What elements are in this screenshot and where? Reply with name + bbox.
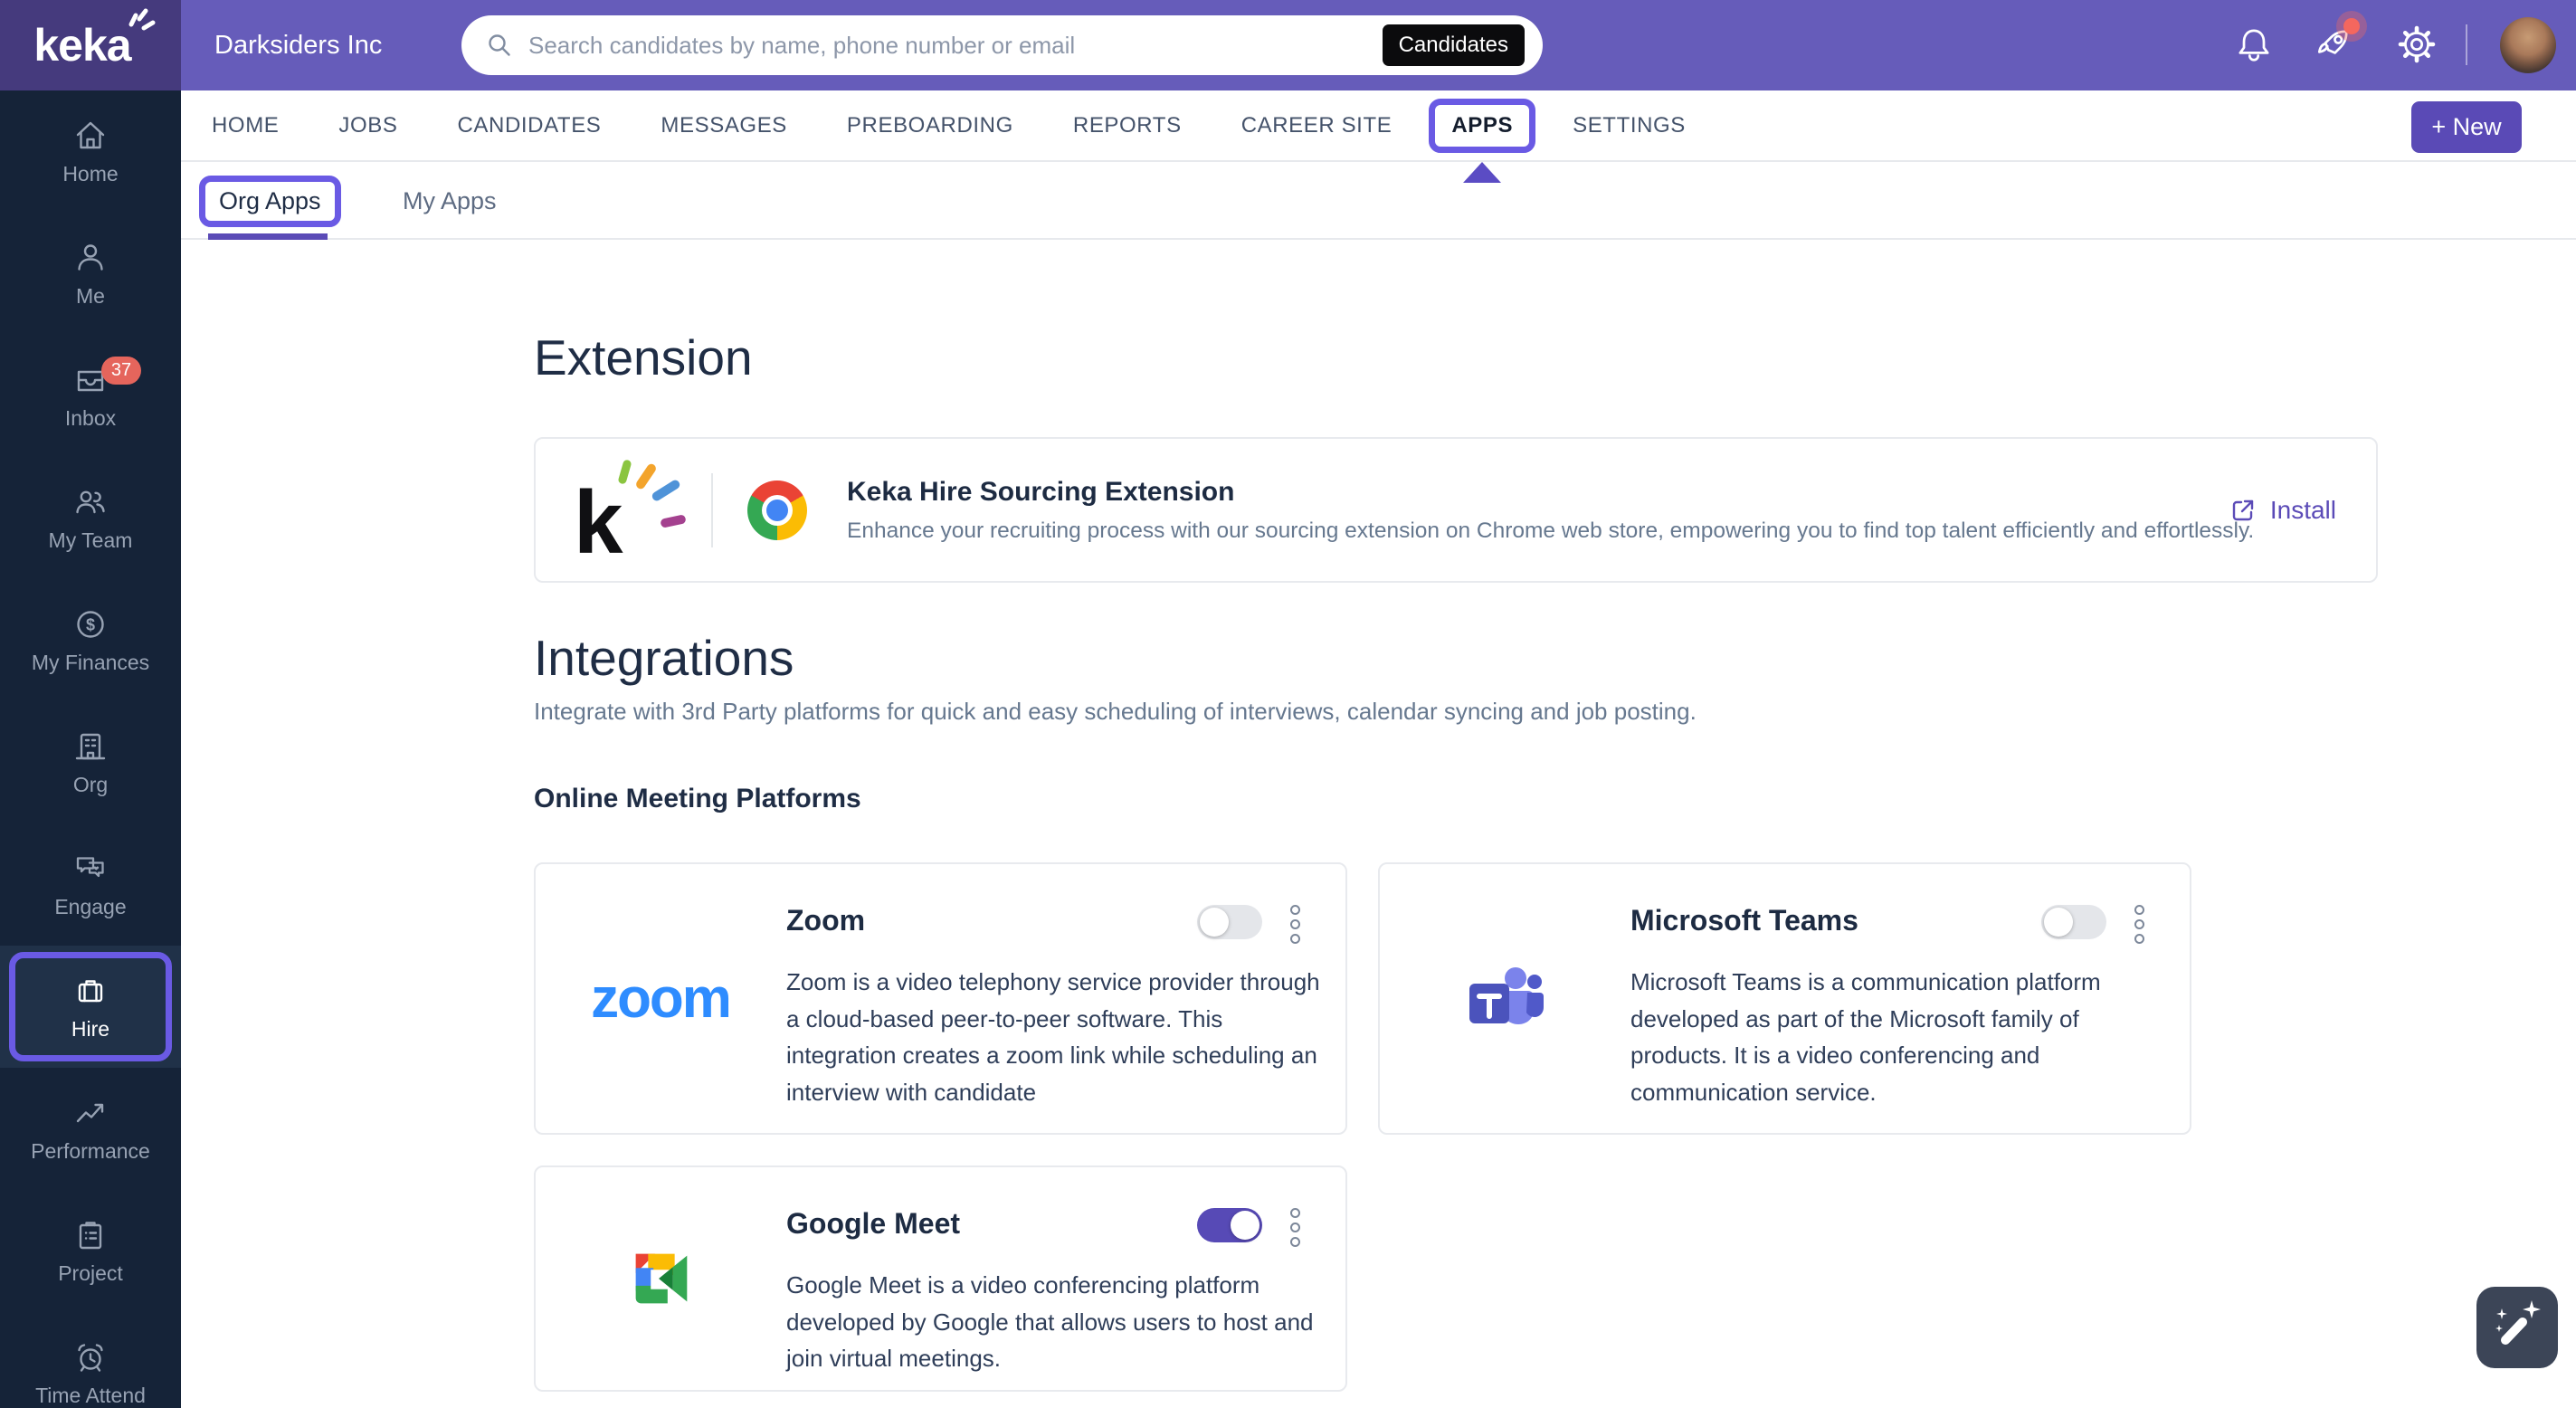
- chrome-logo: [747, 480, 807, 540]
- keka-logo-sparks-icon: [126, 5, 158, 35]
- apps-subnav: Org Apps My Apps: [181, 164, 2576, 240]
- global-search-bar[interactable]: Candidates: [461, 15, 1543, 75]
- tab-career-site[interactable]: CAREER SITE: [1241, 113, 1393, 138]
- keka-logo-text: keka: [33, 20, 130, 71]
- sidebar-item-engage[interactable]: Engage: [0, 823, 181, 946]
- module-nav: HOME JOBS CANDIDATES MESSAGES PREBOARDIN…: [181, 90, 2576, 162]
- rocket-notification-dot: [2343, 18, 2360, 34]
- subtab-my-apps[interactable]: My Apps: [403, 164, 497, 238]
- google-meet-logo: [536, 1167, 785, 1390]
- apps-pointer-triangle: [1463, 162, 1501, 183]
- meet-toggle[interactable]: [1197, 1208, 1262, 1242]
- tab-candidates[interactable]: CANDIDATES: [458, 113, 602, 138]
- tab-preboarding[interactable]: PREBOARDING: [847, 113, 1013, 138]
- sourcing-extension-card: k Keka Hire Sourcing Extension Enhance y…: [534, 437, 2378, 583]
- microsoft-teams-logo: [1380, 864, 1630, 1133]
- tab-reports[interactable]: REPORTS: [1073, 113, 1182, 138]
- sidebar-item-me[interactable]: Me: [0, 213, 181, 335]
- sidebar-item-performance[interactable]: Performance: [0, 1068, 181, 1190]
- people-group-icon: [72, 484, 109, 520]
- teams-toggle[interactable]: [2041, 905, 2106, 939]
- meet-card-description: Google Meet is a video conferencing plat…: [786, 1267, 1322, 1377]
- company-name: Darksiders Inc: [214, 0, 382, 90]
- search-input[interactable]: [528, 32, 1383, 60]
- sidebar-item-time-attend[interactable]: Time Attend: [0, 1312, 181, 1408]
- tab-messages[interactable]: MESSAGES: [661, 113, 787, 138]
- install-button[interactable]: Install: [2229, 496, 2336, 525]
- trend-up-icon: [72, 1095, 109, 1131]
- svg-text:$: $: [86, 615, 95, 633]
- dollar-circle-icon: $: [72, 606, 109, 642]
- subtab-org-apps[interactable]: Org Apps: [217, 164, 323, 238]
- sidebar-item-inbox[interactable]: 37 Inbox: [0, 335, 181, 457]
- new-button[interactable]: + New: [2411, 101, 2522, 153]
- tab-jobs[interactable]: JOBS: [338, 113, 397, 138]
- chat-heart-icon: [72, 851, 109, 887]
- sidebar-item-home[interactable]: Home: [0, 90, 181, 213]
- keka-hire-app: keka Darksiders Inc Candidates: [0, 0, 2576, 1408]
- sidebar-item-my-team[interactable]: My Team: [0, 457, 181, 579]
- tab-settings[interactable]: SETTINGS: [1573, 113, 1686, 138]
- main-content: Extension k Keka Hire Sourcing Extension…: [181, 240, 2576, 1408]
- settings-gear-icon[interactable]: [2396, 24, 2438, 65]
- integration-card-teams: Microsoft Teams Microsoft Teams is a com…: [1378, 862, 2191, 1135]
- tab-home[interactable]: HOME: [212, 113, 279, 138]
- keka-k-logo: k: [574, 460, 688, 561]
- search-scope-badge[interactable]: Candidates: [1383, 24, 1525, 66]
- briefcase-icon: [72, 973, 109, 1009]
- search-icon: [485, 31, 514, 60]
- clipboard-icon: [72, 1217, 109, 1253]
- zoom-logo: zoom: [536, 864, 785, 1133]
- magic-wand-icon: [2477, 1288, 2557, 1367]
- meet-card-title: Google Meet: [786, 1207, 960, 1241]
- tab-apps[interactable]: APPS: [1451, 113, 1513, 138]
- extension-heading: Extension: [534, 328, 753, 386]
- integration-card-google-meet: Google Meet Google Meet is a video confe…: [534, 1165, 1347, 1392]
- teams-card-title: Microsoft Teams: [1630, 904, 1858, 937]
- teams-card-description: Microsoft Teams is a communication platf…: [1630, 964, 2166, 1110]
- org-apps-active-underline: [208, 233, 328, 240]
- extension-card-title: Keka Hire Sourcing Extension: [847, 477, 2254, 508]
- teams-more-options-icon[interactable]: [2134, 900, 2144, 948]
- magic-wand-fab[interactable]: [2476, 1287, 2558, 1368]
- sidebar: Home Me 37 Inbox My Team $: [0, 90, 181, 1408]
- whats-new-rocket-icon[interactable]: [2313, 24, 2354, 65]
- sidebar-item-my-finances[interactable]: $ My Finances: [0, 579, 181, 701]
- user-avatar[interactable]: [2500, 17, 2556, 73]
- meet-more-options-icon[interactable]: [1290, 1203, 1300, 1251]
- integration-card-zoom: zoom Zoom Zoom is a video telephony serv…: [534, 862, 1347, 1135]
- top-bar: keka Darksiders Inc Candidates: [0, 0, 2576, 90]
- extension-card-description: Enhance your recruiting process with our…: [847, 518, 2254, 544]
- sidebar-item-org[interactable]: Org: [0, 701, 181, 823]
- notifications-bell-icon[interactable]: [2233, 24, 2275, 65]
- external-link-icon: [2229, 496, 2258, 525]
- zoom-more-options-icon[interactable]: [1290, 900, 1300, 948]
- home-icon: [72, 118, 109, 154]
- alarm-clock-icon: [72, 1339, 109, 1375]
- online-meeting-platforms-heading: Online Meeting Platforms: [534, 784, 861, 814]
- sidebar-item-project[interactable]: Project: [0, 1190, 181, 1312]
- zoom-card-title: Zoom: [786, 904, 865, 937]
- integrations-subtitle: Integrate with 3rd Party platforms for q…: [534, 698, 1697, 726]
- zoom-card-description: Zoom is a video telephony service provid…: [786, 964, 1322, 1110]
- integrations-heading: Integrations: [534, 629, 794, 687]
- keka-logo[interactable]: keka: [0, 0, 181, 90]
- sidebar-item-hire[interactable]: Hire: [0, 946, 181, 1068]
- person-icon: [72, 240, 109, 276]
- building-icon: [72, 728, 109, 765]
- inbox-unread-badge: 37: [101, 357, 141, 385]
- extension-card-divider: [711, 473, 713, 547]
- topbar-divider: [2466, 24, 2467, 65]
- zoom-toggle[interactable]: [1197, 905, 1262, 939]
